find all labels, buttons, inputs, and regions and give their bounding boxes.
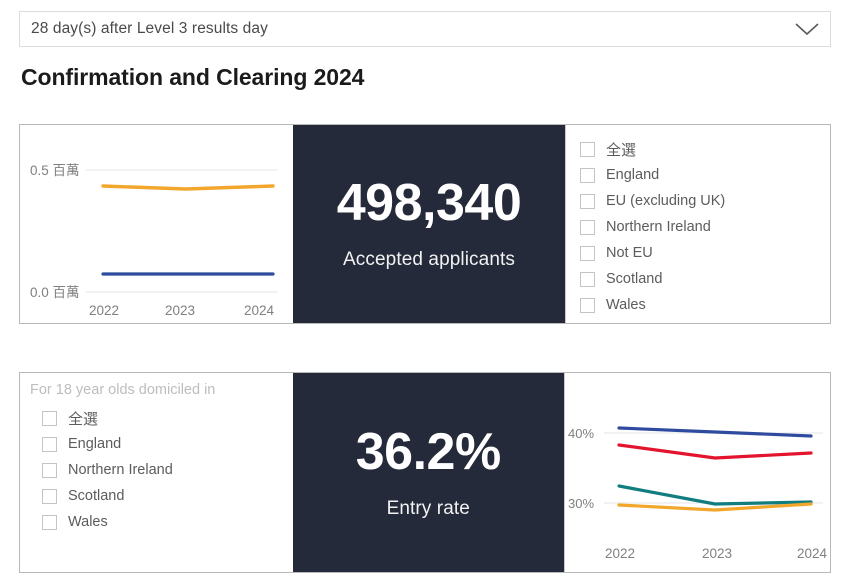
checkbox-row-scotland[interactable]: Scotland <box>566 266 830 292</box>
dashboard-page: 28 day(s) after Level 3 results day Conf… <box>0 0 846 581</box>
results-day-filter-value: 28 day(s) after Level 3 results day <box>31 20 268 37</box>
accepted-applicants-kpi-label: Accepted applicants <box>343 249 515 270</box>
series-orange-line <box>101 184 275 191</box>
x-tick-2023: 2023 <box>702 546 732 561</box>
checkbox-row-not-eu[interactable]: Not EU <box>566 240 830 266</box>
series-teal-line <box>617 484 813 506</box>
checkbox-label: 全選 <box>606 141 637 159</box>
accepted-applicants-chart-svg: 0.5 百萬 0.0 百萬 2022 2023 2024 <box>30 163 278 318</box>
checkbox-icon[interactable] <box>580 297 595 313</box>
page-title: Confirmation and Clearing 2024 <box>21 64 365 90</box>
checkbox-label: Northern Ireland <box>68 462 173 478</box>
checkbox-icon[interactable] <box>580 271 595 287</box>
checkbox-icon[interactable] <box>580 219 595 235</box>
series-red-line <box>617 443 813 460</box>
checkbox-row-select-all[interactable]: 全選 <box>566 136 830 162</box>
checkbox-row-england[interactable]: England <box>566 162 830 188</box>
checkbox-label: England <box>68 436 122 452</box>
checkbox-icon[interactable] <box>580 167 595 183</box>
accepted-applicants-chart: 0.5 百萬 0.0 百萬 2022 2023 2024 <box>20 125 293 323</box>
checkbox-label: Scotland <box>68 488 125 504</box>
checkbox-row-northern-ireland[interactable]: Northern Ireland <box>20 457 293 483</box>
entry-rate-chart: 40% 30% 2022 2023 2024 <box>564 373 830 572</box>
checkbox-icon[interactable] <box>580 245 595 261</box>
entry-rate-kpi: 36.2% Entry rate <box>292 373 564 572</box>
checkbox-row-northern-ireland[interactable]: Northern Ireland <box>566 214 830 240</box>
checkbox-icon[interactable] <box>580 193 595 209</box>
entry-rate-kpi-label: Entry rate <box>386 497 470 519</box>
y-tick-40: 40% <box>568 426 594 441</box>
x-tick-2022: 2022 <box>89 303 119 318</box>
checkbox-icon[interactable] <box>42 488 57 504</box>
results-day-filter-dropdown[interactable]: 28 day(s) after Level 3 results day <box>19 11 831 47</box>
domicile-filter-list-bottom: For 18 year olds domiciled in 全選 England… <box>20 373 293 572</box>
y-tick-upper: 0.5 百萬 <box>30 163 80 178</box>
checkbox-icon[interactable] <box>42 462 57 478</box>
checkbox-icon[interactable] <box>580 141 595 157</box>
checkbox-icon[interactable] <box>42 514 57 530</box>
checkbox-label: Wales <box>68 514 108 530</box>
x-tick-2022: 2022 <box>605 546 635 561</box>
checkbox-label: 全選 <box>68 410 99 428</box>
checkbox-icon[interactable] <box>42 436 57 452</box>
entry-rate-chart-svg: 40% 30% 2022 2023 2024 <box>568 426 828 561</box>
entry-rate-kpi-value: 36.2% <box>355 422 501 481</box>
domicile-filter-heading: For 18 year olds domiciled in <box>30 382 216 398</box>
checkbox-label: England <box>606 167 660 183</box>
checkbox-row-select-all[interactable]: 全選 <box>20 405 293 431</box>
y-tick-lower: 0.0 百萬 <box>30 285 80 300</box>
checkbox-label: Northern Ireland <box>606 219 711 235</box>
y-tick-30: 30% <box>568 496 594 511</box>
checkbox-label: EU (excluding UK) <box>606 193 726 209</box>
entry-rate-card: For 18 year olds domiciled in 全選 England… <box>19 372 831 573</box>
accepted-applicants-kpi: 498,340 Accepted applicants <box>293 125 565 323</box>
checkbox-label: Not EU <box>606 245 653 261</box>
checkbox-row-wales[interactable]: Wales <box>566 292 830 318</box>
checkbox-row-scotland[interactable]: Scotland <box>20 483 293 509</box>
checkbox-label: Scotland <box>606 271 663 287</box>
x-tick-2024: 2024 <box>797 546 828 561</box>
accepted-applicants-kpi-value: 498,340 <box>336 174 522 232</box>
domicile-filter-list-top: 全選 England EU (excluding UK) Northern Ir… <box>565 125 830 323</box>
checkbox-label: Wales <box>606 297 646 313</box>
checkbox-icon[interactable] <box>42 410 57 426</box>
checkbox-row-england[interactable]: England <box>20 431 293 457</box>
x-tick-2024: 2024 <box>244 303 275 318</box>
series-blue-line <box>617 426 813 438</box>
accepted-applicants-card: 0.5 百萬 0.0 百萬 2022 2023 2024 498,340 Acc… <box>19 124 831 324</box>
chevron-down-icon[interactable] <box>784 21 830 37</box>
checkbox-row-wales[interactable]: Wales <box>20 509 293 535</box>
x-tick-2023: 2023 <box>165 303 195 318</box>
checkbox-row-eu-excluding-uk[interactable]: EU (excluding UK) <box>566 188 830 214</box>
